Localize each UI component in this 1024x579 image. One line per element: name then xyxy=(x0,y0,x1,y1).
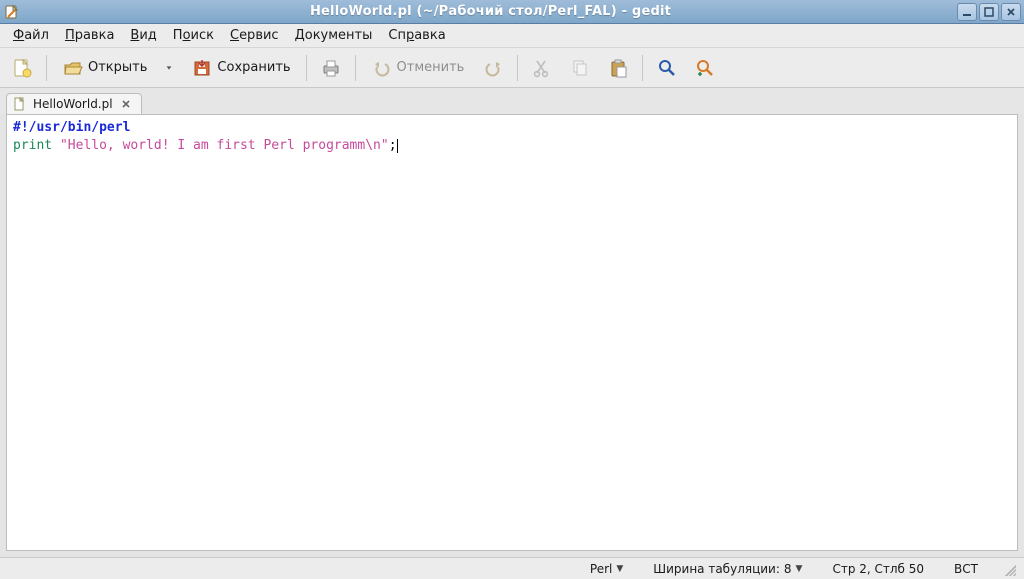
redo-icon xyxy=(482,57,504,79)
undo-label: Отменить xyxy=(397,60,465,75)
print-icon xyxy=(320,57,342,79)
toolbar: Открыть Сохранить Отменить xyxy=(0,48,1024,88)
save-icon xyxy=(191,57,213,79)
redo-button[interactable] xyxy=(477,53,509,83)
menu-documents[interactable]: Документы xyxy=(288,26,380,45)
paste-button[interactable] xyxy=(602,53,634,83)
code-string: "Hello, world! I am first Perl programm\… xyxy=(60,138,389,153)
menu-file[interactable]: Файл xyxy=(6,26,56,45)
tab-helloworld[interactable]: HelloWorld.pl xyxy=(6,93,142,114)
open-button[interactable]: Открыть xyxy=(55,53,154,83)
maximize-button[interactable] xyxy=(979,3,999,21)
text-editor[interactable]: #!/usr/bin/perl print "Hello, world! I a… xyxy=(6,114,1018,551)
menu-bar: Файл Правка Вид Поиск Сервис Документы С… xyxy=(0,24,1024,48)
code-semicolon: ; xyxy=(389,138,397,153)
status-language-selector[interactable]: Perl ▼ xyxy=(584,562,629,576)
toolbar-separator xyxy=(642,55,643,81)
menu-help[interactable]: Справка xyxy=(381,26,452,45)
cut-icon xyxy=(531,57,553,79)
tab-close-button[interactable] xyxy=(119,97,133,111)
minimize-button[interactable] xyxy=(957,3,977,21)
tab-label: HelloWorld.pl xyxy=(33,97,113,111)
toolbar-separator xyxy=(517,55,518,81)
menu-search-mnemonic: о xyxy=(183,28,191,43)
open-icon xyxy=(62,57,84,79)
toolbar-separator xyxy=(306,55,307,81)
menu-documents-mnemonic: Д xyxy=(295,28,305,43)
menu-file-mnemonic: Ф xyxy=(13,28,24,43)
document-icon xyxy=(13,97,27,111)
menu-tools-mnemonic: С xyxy=(230,28,239,43)
app-icon xyxy=(4,4,20,20)
status-tab-width-label: Ширина табуляции: xyxy=(653,562,780,576)
close-button[interactable] xyxy=(1001,3,1021,21)
window-controls xyxy=(957,3,1021,21)
status-tab-width-selector[interactable]: Ширина табуляции: 8 ▼ xyxy=(647,562,808,576)
new-file-icon xyxy=(11,57,33,79)
chevron-down-icon: ▼ xyxy=(796,564,803,574)
menu-view-mnemonic: В xyxy=(130,28,139,43)
status-language-label: Perl xyxy=(590,562,612,576)
chevron-down-icon: ▼ xyxy=(616,564,623,574)
chevron-down-icon xyxy=(165,64,173,72)
copy-button[interactable] xyxy=(564,53,596,83)
menu-help-mnemonic: р xyxy=(406,28,414,43)
menu-edit[interactable]: Правка xyxy=(58,26,121,45)
menu-search[interactable]: Поиск xyxy=(166,26,221,45)
cut-button[interactable] xyxy=(526,53,558,83)
find-replace-button[interactable] xyxy=(689,53,721,83)
print-button[interactable] xyxy=(315,53,347,83)
editor-container: #!/usr/bin/perl print "Hello, world! I a… xyxy=(0,114,1024,557)
open-label: Открыть xyxy=(88,60,147,75)
status-tab-width-value: 8 xyxy=(784,562,792,576)
save-label: Сохранить xyxy=(217,60,290,75)
tab-bar: HelloWorld.pl xyxy=(0,88,1024,114)
title-bar: HelloWorld.pl (~/Рабочий стол/Perl_FAL) … xyxy=(0,0,1024,24)
status-insert-mode: ВСТ xyxy=(948,562,984,576)
text-cursor xyxy=(397,139,398,153)
toolbar-separator xyxy=(46,55,47,81)
paste-icon xyxy=(607,57,629,79)
find-replace-icon xyxy=(694,57,716,79)
menu-edit-mnemonic: П xyxy=(65,28,75,43)
window-title: HelloWorld.pl (~/Рабочий стол/Perl_FAL) … xyxy=(24,4,957,19)
undo-icon xyxy=(371,57,393,79)
code-keyword: print xyxy=(13,138,52,153)
status-bar: Perl ▼ Ширина табуляции: 8 ▼ Стр 2, Стлб… xyxy=(0,557,1024,579)
menu-view[interactable]: Вид xyxy=(123,26,163,45)
toolbar-separator xyxy=(355,55,356,81)
copy-icon xyxy=(569,57,591,79)
resize-grip[interactable] xyxy=(1002,562,1016,576)
code-shebang: #!/usr/bin/perl xyxy=(13,120,130,135)
new-file-button[interactable] xyxy=(6,53,38,83)
undo-button[interactable]: Отменить xyxy=(364,53,472,83)
search-icon xyxy=(656,57,678,79)
menu-tools[interactable]: Сервис xyxy=(223,26,286,45)
open-dropdown-button[interactable] xyxy=(160,53,178,83)
find-button[interactable] xyxy=(651,53,683,83)
save-button[interactable]: Сохранить xyxy=(184,53,297,83)
status-cursor-position: Стр 2, Стлб 50 xyxy=(826,562,930,576)
